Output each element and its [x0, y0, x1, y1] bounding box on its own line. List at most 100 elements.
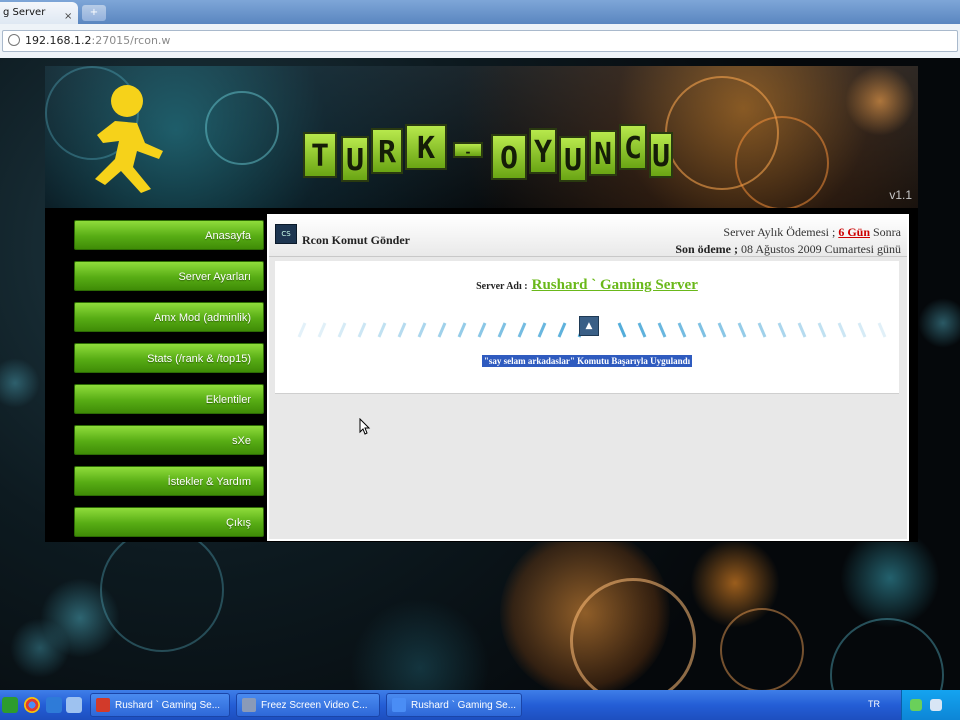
loader-dash — [857, 322, 867, 338]
tray-volume-icon[interactable] — [930, 699, 942, 711]
logo-letter: N — [589, 130, 617, 176]
menu-item-2[interactable]: Server Ayarları — [74, 261, 264, 291]
taskbar-task-2[interactable]: Freez Screen Video C... — [236, 693, 380, 717]
loader-dash — [617, 322, 627, 338]
start-orb-icon[interactable] — [2, 697, 18, 713]
panel-header: CS Rcon Komut Gönder Server Aylık Ödemes… — [269, 216, 907, 257]
menu-item-7[interactable]: İstekler & Yardım — [74, 466, 264, 496]
site-header: TURK-OYUNCU v1.1 — [45, 66, 918, 208]
loader-dash — [357, 322, 367, 338]
bokeh-light — [830, 618, 944, 690]
logo-letter: R — [371, 128, 403, 174]
panel-title: Rcon Komut Gönder — [302, 233, 410, 247]
site-frame: TURK-OYUNCU v1.1 Anasayfa Server Ayarları… — [45, 66, 918, 542]
server-name-link[interactable]: Rushard ` Gaming Server — [532, 277, 698, 293]
loader-dash — [637, 322, 647, 338]
taskbar-task-1[interactable]: Rushard ` Gaming Se... — [90, 693, 230, 717]
tab-title: g Server — [3, 7, 46, 18]
url-text[interactable]: 192.168.1.2:27015/rcon.w — [25, 34, 170, 47]
result-text: "say selam arkadaslar" Komutu Başarıyla … — [481, 355, 693, 367]
payment-prefix: Server Aylık Ödemesi ; — [723, 225, 836, 239]
new-tab-button[interactable]: + — [82, 5, 106, 21]
address-bar: 192.168.1.2:27015/rcon.w — [0, 24, 960, 59]
server-name-row: Server Adı : Rushard ` Gaming Server — [275, 276, 899, 294]
bokeh-light — [840, 528, 940, 628]
last-payment-label: Son ödeme ; — [675, 242, 738, 256]
loader-dash — [737, 322, 747, 338]
bokeh-light — [350, 598, 490, 690]
task-label: Rushard ` Gaming Se... — [411, 700, 517, 711]
loader-center-icon: ▲ — [579, 316, 599, 336]
payment-suffix: Sonra — [873, 225, 901, 239]
url-field[interactable]: 192.168.1.2:27015/rcon.w — [2, 30, 958, 52]
taskbar-task-3[interactable]: Rushard ` Gaming Se... — [386, 693, 522, 717]
task-label: Freez Screen Video C... — [261, 700, 368, 711]
logo-letter: - — [453, 142, 483, 159]
quick-launch — [0, 690, 90, 720]
loader-dash — [757, 322, 767, 338]
content-panel: CS Rcon Komut Gönder Server Aylık Ödemes… — [267, 214, 909, 541]
payment-days: 6 Gün — [838, 225, 870, 239]
url-path: :27015/rcon.w — [91, 34, 171, 47]
loader-dash — [317, 322, 327, 338]
language-indicator[interactable]: TR — [868, 699, 880, 709]
task-app-icon — [96, 698, 110, 712]
task-app-icon — [242, 698, 256, 712]
runner-logo-icon — [95, 85, 163, 193]
loader-dash — [697, 322, 707, 338]
desktop-launch-icon[interactable] — [66, 697, 82, 713]
loader-dash — [657, 322, 667, 338]
loader-dash — [797, 322, 807, 338]
server-label: Server Adı : — [476, 281, 528, 292]
task-label: Rushard ` Gaming Se... — [115, 700, 221, 711]
loader-dash — [417, 322, 427, 338]
bokeh-light — [918, 298, 960, 348]
chrome-launch-icon[interactable] — [24, 697, 40, 713]
bokeh-light — [720, 608, 804, 690]
counter-strike-icon: CS — [275, 224, 297, 244]
version-label: v1.1 — [889, 188, 912, 202]
loader-dash — [717, 322, 727, 338]
loader-dash — [377, 322, 387, 338]
menu-item-3[interactable]: Amx Mod (adminlik) — [74, 302, 264, 332]
loader-dash — [837, 322, 847, 338]
menu-item-4[interactable]: Stats (/rank & /top15) — [74, 343, 264, 373]
url-host: 192.168.1.2 — [25, 34, 92, 47]
page-info-icon[interactable] — [8, 34, 20, 46]
menu-item-1[interactable]: Anasayfa — [74, 220, 264, 250]
loader-dash — [877, 322, 887, 338]
task-app-icon — [392, 698, 406, 712]
tray-network-icon[interactable] — [910, 699, 922, 711]
logo-letter: C — [619, 124, 647, 170]
menu-item-5[interactable]: Eklentiler — [74, 384, 264, 414]
logo-letter: K — [405, 124, 447, 170]
menu-item-6[interactable]: sXe — [74, 425, 264, 455]
loader-dash — [677, 322, 687, 338]
loader-dash — [817, 322, 827, 338]
ie-launch-icon[interactable] — [46, 697, 62, 713]
browser-tab[interactable]: g Server × — [0, 2, 78, 24]
loader-dash — [457, 322, 467, 338]
loader-dash — [337, 322, 347, 338]
loader-dash — [537, 322, 547, 338]
web-page: TURK-OYUNCU v1.1 Anasayfa Server Ayarları… — [0, 58, 960, 690]
loader-dash — [557, 322, 567, 338]
last-payment-text: Son ödeme ; 08 Ağustos 2009 Cumartesi gü… — [675, 242, 901, 257]
bokeh-light — [10, 618, 70, 678]
loader-dash — [517, 322, 527, 338]
logo-letter: T — [303, 132, 337, 178]
logo-letter: Y — [529, 128, 557, 174]
last-payment-value: 08 Ağustos 2009 Cumartesi günü — [740, 242, 901, 256]
loader-dash — [297, 322, 307, 338]
mouse-cursor-icon — [359, 418, 371, 435]
logo-letter: U — [649, 132, 673, 178]
logo-letter: U — [559, 136, 587, 182]
loader-dash — [777, 322, 787, 338]
loader-dash — [437, 322, 447, 338]
bokeh-light — [0, 358, 40, 408]
rcon-result-box: Server Adı : Rushard ` Gaming Server ▲ "… — [275, 261, 899, 394]
menu-item-8[interactable]: Çıkış — [74, 507, 264, 537]
header-bokeh — [845, 66, 915, 136]
loader-dash — [477, 322, 487, 338]
tab-close-icon[interactable]: × — [64, 6, 72, 24]
